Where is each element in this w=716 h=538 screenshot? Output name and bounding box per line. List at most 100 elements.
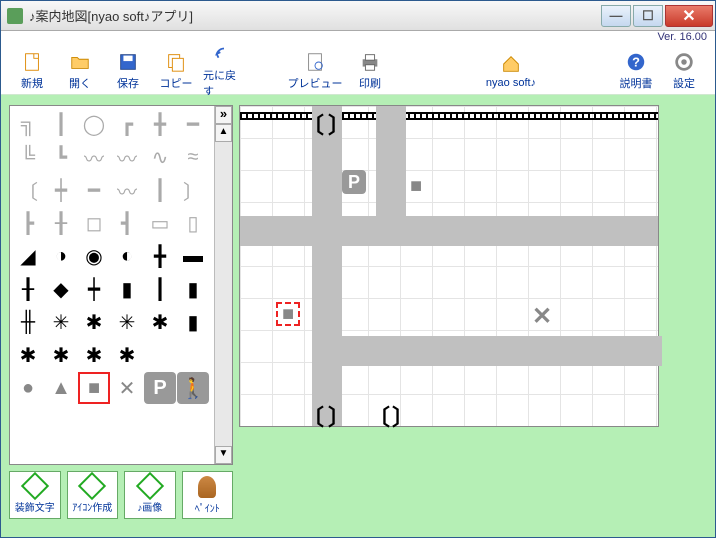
copy-button[interactable]: コピー	[155, 51, 197, 91]
palette-item[interactable]: ◆	[45, 273, 77, 305]
copy-icon	[165, 51, 187, 73]
palette-item[interactable]: ▮	[111, 273, 143, 305]
palette-item[interactable]	[177, 339, 209, 371]
palette-item[interactable]: ╋	[144, 108, 176, 140]
save-button[interactable]: 保存	[107, 51, 149, 91]
paint-button[interactable]: ﾍﾟｲﾝﾄ	[182, 471, 234, 519]
image-button[interactable]: ♪画像	[124, 471, 176, 519]
palette-item[interactable]: ┣	[12, 207, 44, 239]
diamond-icon	[78, 472, 106, 500]
palette-item[interactable]: ▭	[144, 207, 176, 239]
parking-icon[interactable]: P	[144, 372, 176, 404]
settings-button[interactable]: 設定	[663, 51, 705, 91]
palette-item[interactable]: ╂	[12, 273, 44, 305]
palette-scrollbar[interactable]: » ▲ ▼	[214, 106, 232, 464]
workspace: ╗ ┃ ◯ ┏ ╋ ━ ╚ ┗ 〰 〰 ∿ ≈ 〔 ┿ ━ 〰 ┃	[1, 95, 715, 537]
map-canvas[interactable]: 〔 〕 〔 〕 〔 〕 P ■ ■ ✕	[239, 105, 659, 427]
scroll-down-button[interactable]: ▼	[215, 446, 232, 464]
palette-item[interactable]: ✳	[111, 306, 143, 338]
palette-item[interactable]: 〰	[111, 141, 143, 173]
palette-item[interactable]: ✱	[45, 339, 77, 371]
palette-item[interactable]: ◻	[78, 207, 110, 239]
palette-item[interactable]: 〰	[78, 141, 110, 173]
icon-create-button[interactable]: ｱｲｺﾝ作成	[67, 471, 119, 519]
palette-item[interactable]: 〕	[177, 174, 209, 206]
road-horizontal[interactable]	[240, 216, 658, 246]
palette-item[interactable]	[144, 339, 176, 371]
palette-item[interactable]: ╂	[45, 207, 77, 239]
palette-item[interactable]: ┿	[45, 174, 77, 206]
circle-icon[interactable]: ●	[12, 372, 44, 404]
palette-item[interactable]: ✱	[78, 339, 110, 371]
window-title: ♪案内地図[nyao soft♪アプリ]	[29, 6, 601, 25]
palette-column: ╗ ┃ ◯ ┏ ╋ ━ ╚ ┗ 〰 〰 ∿ ≈ 〔 ┿ ━ 〰 ┃	[9, 105, 233, 527]
scroll-up-button[interactable]: ▲	[215, 124, 232, 142]
palette-item[interactable]: ╚	[12, 141, 44, 173]
palette-item[interactable]: 〔	[12, 174, 44, 206]
palette-item[interactable]: ✱	[78, 306, 110, 338]
gear-icon	[673, 51, 695, 73]
palette-item[interactable]: ┃	[144, 174, 176, 206]
palette-item[interactable]: ▬	[177, 240, 209, 272]
new-button[interactable]: 新規	[11, 51, 53, 91]
palette-item[interactable]: ✱	[111, 339, 143, 371]
symbol-palette[interactable]: ╗ ┃ ◯ ┏ ╋ ━ ╚ ┗ 〰 〰 ∿ ≈ 〔 ┿ ━ 〰 ┃	[9, 105, 233, 465]
palette-item[interactable]: ◐	[111, 240, 143, 272]
palette-item[interactable]: ┫	[111, 207, 143, 239]
open-button[interactable]: 開く	[59, 51, 101, 91]
square-marker-selected[interactable]: ■	[276, 302, 300, 326]
diamond-icon	[21, 472, 49, 500]
palette-item[interactable]: ▮	[177, 273, 209, 305]
square-marker[interactable]: ■	[404, 174, 428, 198]
scroll-track[interactable]	[215, 142, 232, 446]
close-button[interactable]: ✕	[665, 5, 713, 27]
print-button[interactable]: 印刷	[349, 51, 391, 91]
undo-button[interactable]: 元に戻す	[203, 43, 245, 99]
palette-item[interactable]: ▯	[177, 207, 209, 239]
palette-item[interactable]: ▮	[177, 306, 209, 338]
maximize-button[interactable]: ☐	[633, 5, 663, 27]
palette-item[interactable]: ┗	[45, 141, 77, 173]
palette-item[interactable]: ✱	[12, 339, 44, 371]
palette-item[interactable]: ◑	[45, 240, 77, 272]
palette-item[interactable]: ≈	[177, 141, 209, 173]
road-vertical[interactable]	[312, 106, 342, 426]
palette-item[interactable]: ◯	[78, 108, 110, 140]
cross-marker[interactable]: ✕	[530, 304, 554, 328]
help-icon: ?	[625, 51, 647, 73]
parking-marker[interactable]: P	[342, 170, 366, 194]
cross-icon[interactable]: ✕	[111, 372, 143, 404]
triangle-icon[interactable]: ▲	[45, 372, 77, 404]
decorate-text-button[interactable]: 装飾文字	[9, 471, 61, 519]
palette-item[interactable]: ✱	[144, 306, 176, 338]
palette-item[interactable]: ┃	[144, 273, 176, 305]
palette-item[interactable]: ╫	[12, 306, 44, 338]
palette-item[interactable]: ✳	[45, 306, 77, 338]
main-toolbar: 新規 開く 保存 コピー 元に戻す プレビュー 印刷 ny	[1, 47, 715, 95]
palette-item[interactable]: ┃	[45, 108, 77, 140]
road-horizontal[interactable]	[342, 336, 662, 366]
bracket-icon: 〔	[368, 400, 382, 424]
undo-icon	[213, 43, 235, 65]
walk-icon[interactable]: 🚶	[177, 372, 209, 404]
square-icon[interactable]: ■	[78, 372, 110, 404]
palette-item[interactable]: ┿	[78, 273, 110, 305]
expand-button[interactable]: »	[215, 106, 232, 124]
preview-button[interactable]: プレビュー	[287, 51, 343, 91]
palette-item[interactable]: ╋	[144, 240, 176, 272]
palette-item[interactable]: ∿	[144, 141, 176, 173]
palette-item[interactable]: 〰	[111, 174, 143, 206]
help-button[interactable]: ? 説明書	[615, 51, 657, 91]
save-icon	[117, 51, 139, 73]
svg-text:?: ?	[632, 54, 640, 69]
bracket-icon: 〔	[302, 400, 316, 424]
palette-item[interactable]: ━	[78, 174, 110, 206]
window-controls: — ☐ ✕	[601, 5, 713, 27]
palette-item[interactable]: ━	[177, 108, 209, 140]
minimize-button[interactable]: —	[601, 5, 631, 27]
brand-button[interactable]: nyao soft♪	[479, 53, 543, 89]
palette-item[interactable]: ◉	[78, 240, 110, 272]
palette-item[interactable]: ┏	[111, 108, 143, 140]
palette-item[interactable]: ╗	[12, 108, 44, 140]
palette-item[interactable]: ◢	[12, 240, 44, 272]
